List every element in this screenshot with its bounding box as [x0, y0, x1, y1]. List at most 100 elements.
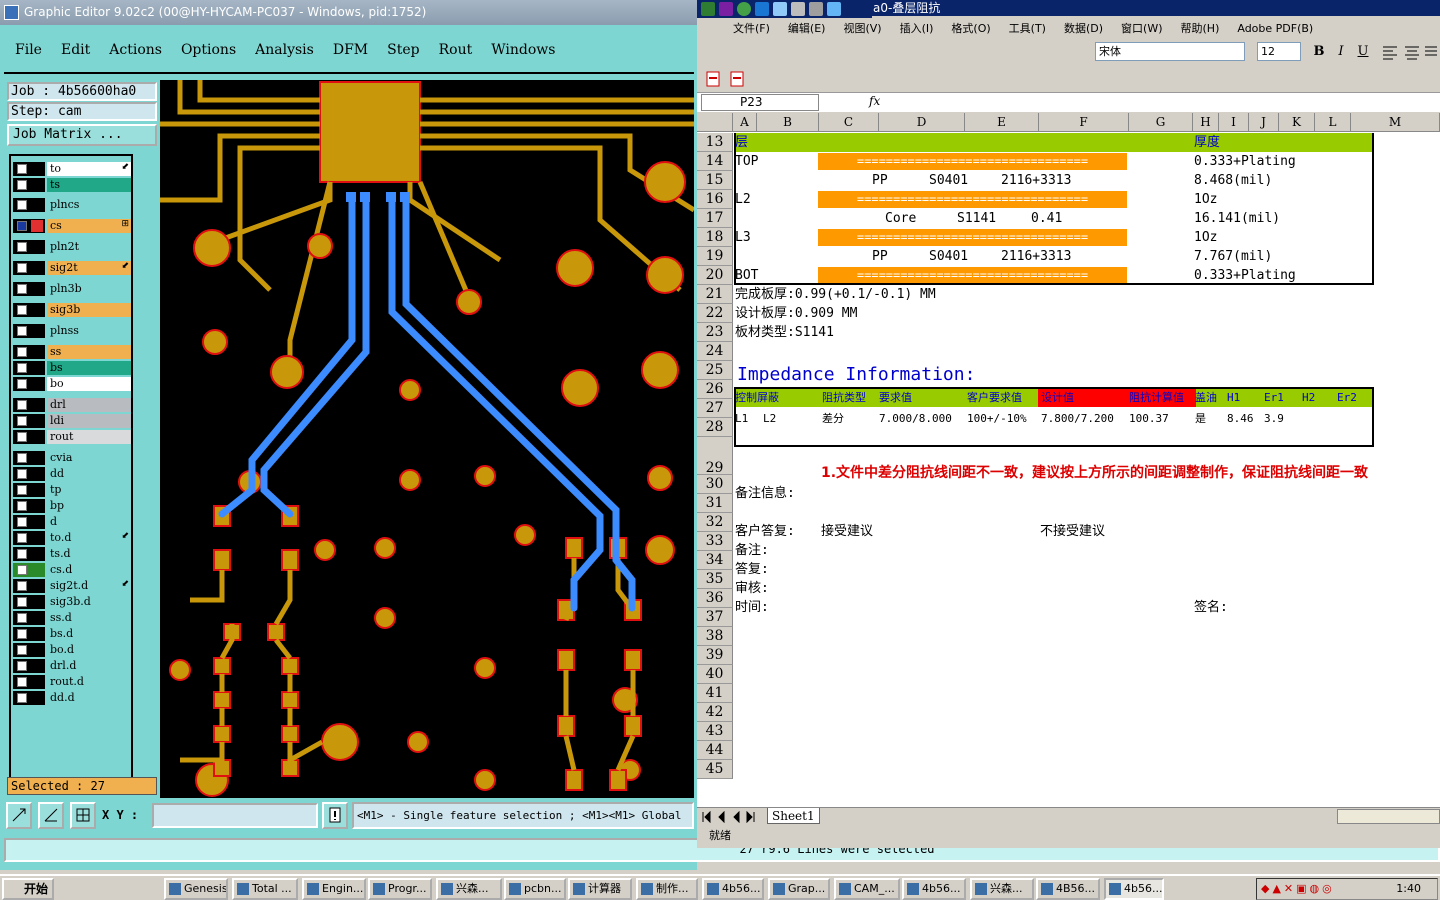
row-header-41[interactable]: 41 [697, 684, 733, 703]
layer-checkbox[interactable] [13, 430, 45, 444]
name-box[interactable]: P23 [701, 94, 819, 111]
layer-checkbox[interactable] [13, 515, 45, 529]
moon-icon[interactable] [773, 2, 787, 16]
font-size-select[interactable]: 12 [1257, 42, 1301, 61]
layer-row-bp[interactable]: bp [13, 499, 131, 513]
layer-checkbox[interactable] [13, 643, 45, 657]
task-button[interactable]: 兴森... [970, 878, 1034, 900]
row-header-32[interactable]: 32 [697, 513, 733, 532]
col-header-J[interactable]: J [1249, 113, 1279, 132]
row-header-42[interactable]: 42 [697, 703, 733, 722]
task-button[interactable]: Progr... [368, 878, 432, 900]
menu-windows[interactable]: Windows [488, 40, 558, 60]
layer-row-bo-d[interactable]: bo.d [13, 643, 131, 657]
xl-menu-view[interactable]: 视图(V) [843, 20, 881, 36]
keyboard-icon[interactable] [791, 2, 805, 16]
layer-row-ss[interactable]: ss [13, 345, 131, 359]
layer-checkbox[interactable] [13, 261, 45, 275]
layer-checkbox[interactable] [13, 579, 45, 593]
layer-checkbox[interactable] [13, 611, 45, 625]
row-header-24[interactable]: 24 [697, 342, 733, 361]
layer-row-sig2t-d[interactable]: sig2t.d ⬋ [13, 579, 131, 593]
row-header-30[interactable]: 30 [697, 475, 733, 494]
layer-row-bs[interactable]: bs [13, 361, 131, 375]
align-icons[interactable] [1381, 44, 1437, 60]
task-button[interactable]: 兴森... [436, 878, 502, 900]
menu-analysis[interactable]: Analysis [252, 40, 317, 60]
menu-actions[interactable]: Actions [106, 40, 165, 60]
row-header-44[interactable]: 44 [697, 741, 733, 760]
layer-row-dd[interactable]: dd [13, 467, 131, 481]
tool-icon[interactable] [827, 2, 841, 16]
layer-row-dd-d[interactable]: dd.d [13, 691, 131, 705]
layer-row-to[interactable]: to ⬋ [13, 162, 131, 176]
layer-row-ldi[interactable]: ldi [13, 414, 131, 428]
task-button[interactable]: 4b56... [702, 878, 764, 900]
xy-input[interactable] [152, 803, 318, 828]
start-button[interactable]: 开始 [2, 878, 54, 900]
layer-row-tp[interactable]: tp [13, 483, 131, 497]
task-button[interactable]: pcbn... [504, 878, 566, 900]
layer-checkbox[interactable] [13, 499, 45, 513]
layer-checkbox[interactable] [13, 659, 45, 673]
layer-checkbox[interactable] [13, 282, 45, 296]
layer-row-ss-d[interactable]: ss.d [13, 611, 131, 625]
row-header-26[interactable]: 26 [697, 380, 733, 399]
layer-checkbox[interactable] [13, 563, 45, 577]
col-header-C[interactable]: C [819, 113, 879, 132]
layer-row-d[interactable]: d [13, 515, 131, 529]
col-header-G[interactable]: G [1129, 113, 1193, 132]
row-header-27[interactable]: 27 [697, 399, 733, 418]
row-header-23[interactable]: 23 [697, 323, 733, 342]
layer-checkbox[interactable] [13, 377, 45, 391]
layer-checkbox[interactable] [13, 398, 45, 412]
menu-dfm[interactable]: DFM [330, 40, 371, 60]
layer-row-sig3b[interactable]: sig3b [13, 303, 131, 317]
layer-checkbox[interactable] [13, 162, 45, 176]
excel-icon[interactable] [701, 2, 715, 16]
layer-checkbox[interactable] [13, 361, 45, 375]
col-header-E[interactable]: E [965, 113, 1039, 132]
task-button[interactable]: 4B56... [1036, 878, 1100, 900]
layer-checkbox[interactable] [13, 531, 45, 545]
row-header-37[interactable]: 37 [697, 608, 733, 627]
pdf-icon[interactable] [703, 68, 763, 90]
task-button[interactable]: 4b56... [1104, 878, 1164, 900]
row-header-17[interactable]: 17 [697, 209, 733, 228]
layer-row-drl[interactable]: drl [13, 398, 131, 412]
sheet-nav-icon[interactable] [701, 811, 757, 823]
row-header-15[interactable]: 15 [697, 171, 733, 190]
row-header-45[interactable]: 45 [697, 760, 733, 779]
layer-checkbox[interactable] [13, 198, 45, 212]
bold-button[interactable]: B [1309, 42, 1329, 61]
layer-row-pln3b[interactable]: pln3b [13, 282, 131, 296]
row-header-19[interactable]: 19 [697, 247, 733, 266]
col-header-I[interactable]: I [1219, 113, 1249, 132]
col-header-K[interactable]: K [1279, 113, 1315, 132]
ime-icon[interactable] [755, 2, 769, 16]
zoom-tool-button[interactable] [6, 802, 32, 829]
layer-row-sig2t[interactable]: sig2t ⬋ [13, 261, 131, 275]
xl-menu-format[interactable]: 格式(O) [951, 20, 990, 36]
col-header-A[interactable]: A [733, 113, 757, 132]
xl-menu-edit[interactable]: 编辑(E) [788, 20, 826, 36]
layer-row-cs-d[interactable]: cs.d [13, 563, 131, 577]
col-header-L[interactable]: L [1315, 113, 1351, 132]
row-header-43[interactable]: 43 [697, 722, 733, 741]
tray-icons[interactable]: ◆▲✕▣◍◎ [1261, 879, 1335, 899]
task-button[interactable]: 制作... [636, 878, 698, 900]
xl-menu-help[interactable]: 帮助(H) [1181, 20, 1220, 36]
layer-row-bs-d[interactable]: bs.d [13, 627, 131, 641]
layer-checkbox[interactable] [13, 595, 45, 609]
layer-row-sig3b-d[interactable]: sig3b.d [13, 595, 131, 609]
info-button[interactable] [322, 802, 348, 829]
layer-checkbox[interactable] [13, 324, 45, 338]
layer-checkbox[interactable] [13, 345, 45, 359]
layer-row-rout[interactable]: rout [13, 430, 131, 444]
layer-row-cvia[interactable]: cvia [13, 451, 131, 465]
row-header-18[interactable]: 18 [697, 228, 733, 247]
row-header-16[interactable]: 16 [697, 190, 733, 209]
col-header-H[interactable]: H [1193, 113, 1219, 132]
layer-checkbox[interactable] [13, 675, 45, 689]
col-header-B[interactable]: B [757, 113, 819, 132]
